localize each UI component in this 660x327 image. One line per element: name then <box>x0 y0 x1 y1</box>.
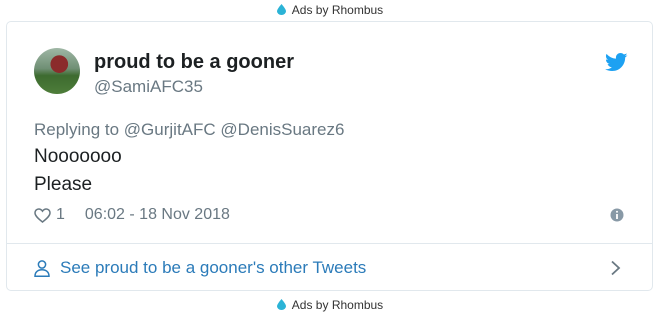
chevron-right-icon[interactable] <box>610 260 621 276</box>
replying-prefix: Replying to <box>34 120 120 139</box>
see-other-tweets-link[interactable]: See proud to be a gooner's other Tweets <box>34 258 366 278</box>
see-other-label[interactable]: See proud to be a gooner's other Tweets <box>60 258 366 278</box>
mention-link[interactable]: @DenisSuarez6 <box>220 120 344 139</box>
tweet-meta: 1 06:02 - 18 Nov 2018 <box>34 206 230 224</box>
embedded-tweet-card[interactable]: proud to be a gooner @SamiAFC35 Replying… <box>6 21 653 291</box>
display-name[interactable]: proud to be a gooner <box>94 51 294 74</box>
divider <box>7 243 652 244</box>
mention-link[interactable]: @GurjitAFC <box>124 120 216 139</box>
like-count[interactable]: 1 <box>56 206 65 224</box>
user-handle[interactable]: @SamiAFC35 <box>94 77 203 97</box>
droplet-icon <box>276 299 286 310</box>
info-icon[interactable] <box>610 208 624 222</box>
person-icon <box>34 259 50 277</box>
tweet-text-line: Please <box>34 174 93 195</box>
droplet-icon <box>276 4 286 15</box>
heart-icon[interactable] <box>34 207 51 223</box>
ads-label: Ads by Rhombus <box>291 3 384 17</box>
avatar[interactable] <box>34 48 80 94</box>
twitter-bird-icon[interactable] <box>605 53 628 72</box>
ads-banner-top[interactable]: Ads by Rhombus <box>0 3 660 17</box>
ads-banner-bottom[interactable]: Ads by Rhombus <box>0 298 660 312</box>
ads-label: Ads by Rhombus <box>291 298 384 312</box>
timestamp[interactable]: 06:02 - 18 Nov 2018 <box>85 206 230 224</box>
tweet-text-line: Nooooooo <box>34 146 122 167</box>
replying-to: Replying to @GurjitAFC @DenisSuarez6 <box>34 120 344 140</box>
